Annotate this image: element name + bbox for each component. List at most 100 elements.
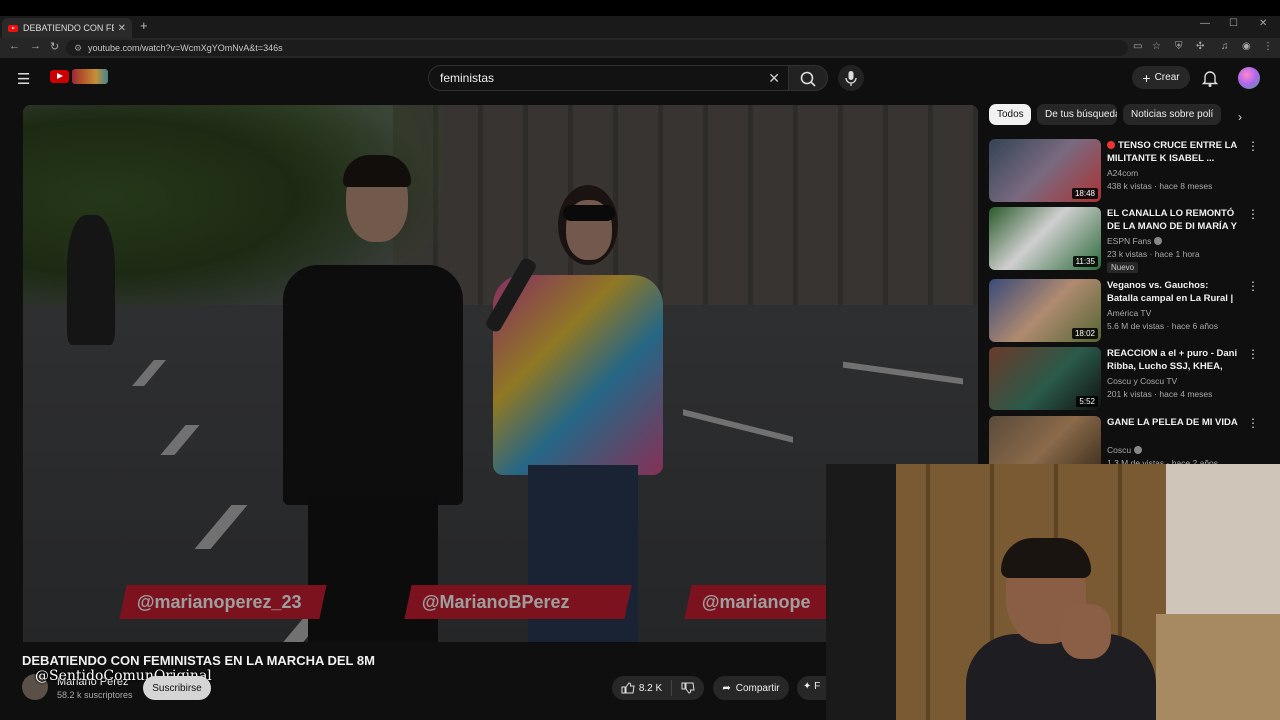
like-button[interactable]: 8.2 K — [612, 680, 672, 696]
bookmark-star-icon[interactable]: ☆ — [1152, 41, 1161, 52]
notifications-button[interactable] — [1201, 68, 1219, 93]
video-title: DEBATIENDO CON FEMINISTAS EN LA MARCHA D… — [22, 653, 375, 668]
webcam-overlay — [826, 464, 1280, 720]
url-field[interactable]: ⚙ youtube.com/watch?v=WcmXgYOmNvA&t=346s — [66, 40, 1128, 56]
shield-extension-icon[interactable]: ⛨ — [1175, 41, 1183, 52]
more-options-icon[interactable]: ⋮ — [1247, 139, 1259, 153]
subscriber-count: 58.2 k suscriptores — [57, 690, 133, 700]
streamer-hair — [1001, 538, 1091, 578]
recommendation-thumbnail[interactable]: 18:02 — [989, 279, 1101, 342]
recommendation-channel[interactable]: A24com — [1107, 168, 1138, 178]
search-button[interactable] — [788, 65, 828, 91]
dislike-button[interactable] — [672, 682, 704, 694]
browser-menu-icon[interactable]: ⋮ — [1263, 41, 1273, 52]
account-avatar[interactable] — [1238, 67, 1260, 89]
recommendation-item[interactable]: 18:48 TENSO CRUCE ENTRE LA MILITANTE K I… — [989, 139, 1259, 203]
recommendation-item[interactable]: 11:35 EL CANALLA LO REMONTÓ DE LA MANO D… — [989, 207, 1259, 273]
new-badge: Nuevo — [1107, 262, 1139, 273]
chevron-right-icon[interactable]: › — [1238, 110, 1242, 124]
recommendation-thumbnail[interactable]: 5:52 — [989, 347, 1101, 410]
recommendation-thumbnail[interactable]: 18:48 — [989, 139, 1101, 202]
youtube-doodle-logo[interactable] — [72, 69, 108, 84]
maximize-button[interactable]: ☐ — [1229, 18, 1238, 29]
subscribe-button[interactable]: Suscribirse — [143, 676, 211, 700]
tab-title: DEBATIENDO CON FEMINISTAS — [23, 23, 114, 33]
close-tab-icon[interactable]: ✕ — [118, 23, 126, 34]
forward-arrow-icon[interactable]: → — [30, 40, 41, 52]
video-duration: 18:48 — [1071, 188, 1098, 199]
recommendation-channel[interactable]: Coscu — [1107, 445, 1143, 455]
browser-tab[interactable]: DEBATIENDO CON FEMINISTAS ✕ — [2, 18, 132, 38]
live-dot-icon — [1107, 141, 1115, 149]
verified-icon — [1154, 237, 1163, 245]
hamburger-menu-icon[interactable]: ☰ — [17, 70, 31, 88]
top-border — [0, 0, 1280, 16]
chip-noticias-politica[interactable]: Noticias sobre polí — [1123, 104, 1221, 125]
recommendation-channel[interactable]: América TV — [1107, 308, 1151, 318]
chip-todos[interactable]: Todos — [989, 104, 1031, 125]
more-actions-button[interactable]: ✦ F — [797, 676, 827, 700]
video-duration: 5:52 — [1076, 396, 1098, 407]
share-icon: ➦ — [722, 682, 731, 694]
bell-icon — [1201, 71, 1219, 87]
recommendation-item[interactable]: 5:52 REACCION a el + puro - Dani Ribba, … — [989, 347, 1259, 411]
more-options-icon[interactable]: ⋮ — [1247, 416, 1259, 430]
filter-chips: Todos De tus búsquedas Noticias sobre po… — [989, 104, 1254, 126]
share-label: Compartir — [735, 682, 780, 694]
recommendation-title[interactable]: GANE LA PELEA DE MI VIDA — [1107, 416, 1239, 429]
recommendation-channel[interactable]: Coscu y Coscu TV — [1107, 376, 1177, 386]
more-options-icon[interactable]: ⋮ — [1247, 207, 1259, 221]
video-duration: 11:35 — [1072, 256, 1098, 267]
recommendation-meta: 23 k vistas · hace 1 hora — [1107, 249, 1200, 259]
create-label: Crear — [1154, 72, 1180, 83]
recommendation-meta: 5.6 M de vistas · hace 6 años — [1107, 321, 1219, 331]
recommendation-title[interactable]: Veganos vs. Gauchos: Batalla campal en L… — [1107, 279, 1239, 306]
cast-icon[interactable]: ▭ — [1133, 41, 1142, 52]
like-count: 8.2 K — [638, 682, 663, 694]
youtube-logo-icon[interactable] — [50, 70, 69, 83]
close-window-button[interactable]: ✕ — [1259, 18, 1267, 29]
recommendation-title[interactable]: TENSO CRUCE ENTRE LA MILITANTE K ISABEL … — [1107, 139, 1239, 165]
plus-icon: + — [1142, 69, 1151, 86]
sparkle-icon: ✦ — [803, 681, 812, 692]
more-options-icon[interactable]: ⋮ — [1247, 347, 1259, 361]
create-button[interactable]: + Crear — [1132, 66, 1190, 89]
recommendation-thumbnail[interactable]: 11:35 — [989, 207, 1101, 270]
thumbs-down-icon — [681, 682, 695, 694]
new-tab-button[interactable]: + — [140, 18, 148, 33]
back-arrow-icon[interactable]: ← — [9, 40, 20, 52]
search-icon — [800, 71, 816, 87]
recommendation-title[interactable]: EL CANALLA LO REMONTÓ DE LA MANO DE DI M… — [1107, 207, 1239, 234]
video-duration: 18:02 — [1071, 328, 1098, 339]
profile-icon[interactable]: ◉ — [1242, 41, 1251, 52]
reload-icon[interactable]: ↻ — [50, 40, 59, 53]
streamer-shirt — [966, 634, 1156, 720]
recommendation-meta: 201 k vistas · hace 4 meses — [1107, 389, 1213, 399]
thumbs-up-icon — [621, 682, 635, 694]
like-dislike-bar: 8.2 K — [612, 676, 704, 700]
extensions-puzzle-icon[interactable]: ✣ — [1196, 41, 1204, 52]
search-query-text: feministas — [440, 71, 495, 85]
chip-de-tus-busquedas[interactable]: De tus búsquedas — [1037, 104, 1117, 125]
more-actions-label: F — [814, 681, 821, 692]
microphone-icon — [845, 71, 857, 86]
voice-search-button[interactable] — [838, 65, 864, 91]
url-text: youtube.com/watch?v=WcmXgYOmNvA&t=346s — [88, 43, 283, 53]
clear-search-icon[interactable]: ✕ — [768, 70, 780, 87]
browser-tab-strip: DEBATIENDO CON FEMINISTAS ✕ — [0, 16, 1280, 38]
media-control-icon[interactable]: ♫ — [1221, 41, 1229, 52]
recommendation-title[interactable]: REACCION a el + puro - Dani Ribba, Lucho… — [1107, 347, 1239, 374]
more-options-icon[interactable]: ⋮ — [1247, 279, 1259, 293]
recommendation-meta: 438 k vistas · hace 8 meses — [1107, 181, 1213, 191]
minimize-button[interactable]: — — [1200, 18, 1210, 29]
screen: DEBATIENDO CON FEMINISTAS ✕ + — ☐ ✕ ← → … — [0, 0, 1280, 720]
recommendation-item[interactable]: 18:02 Veganos vs. Gauchos: Batalla campa… — [989, 279, 1259, 343]
site-info-icon[interactable]: ⚙ — [74, 43, 82, 54]
recommendation-channel[interactable]: ESPN Fans — [1107, 236, 1163, 246]
verified-icon — [1134, 446, 1143, 454]
streamer-hand — [1061, 604, 1111, 659]
search-input[interactable]: feministas ✕ — [428, 65, 788, 91]
share-button[interactable]: ➦ Compartir — [713, 676, 789, 700]
streamer-figure — [966, 538, 1156, 720]
chair — [826, 464, 896, 720]
